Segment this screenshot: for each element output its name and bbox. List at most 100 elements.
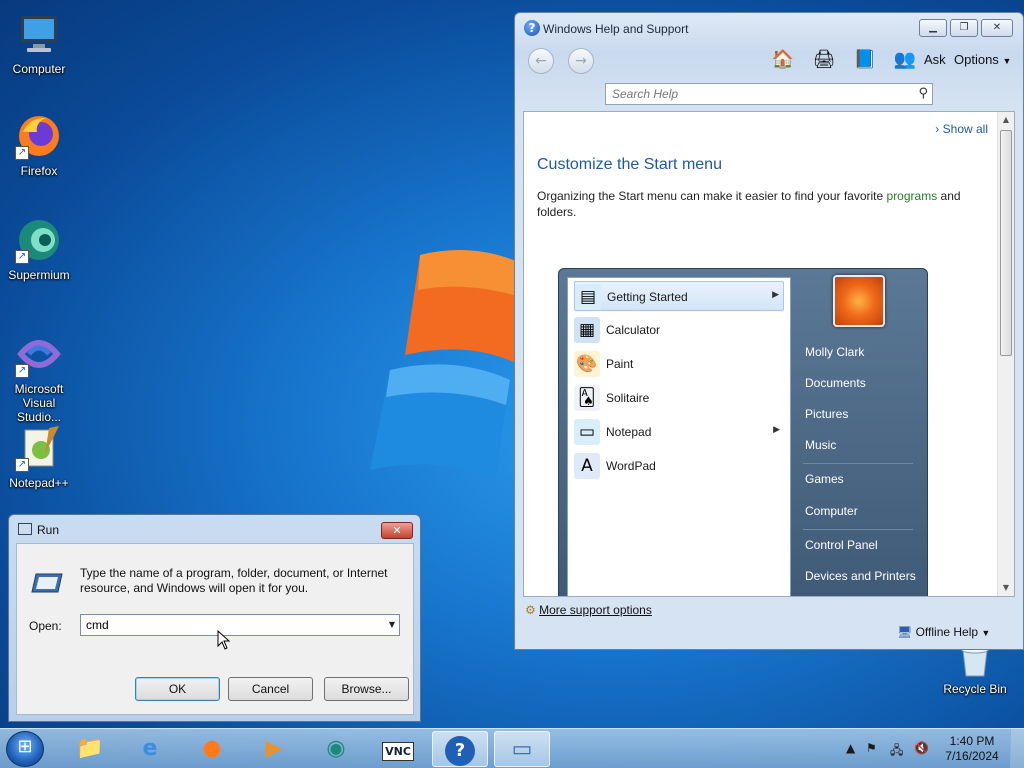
show-desktop-button[interactable] xyxy=(1010,729,1024,768)
volume-muted-icon[interactable]: 🔇 xyxy=(914,741,929,755)
help-icon: ? xyxy=(524,20,540,36)
help-icon[interactable]: ? xyxy=(432,731,488,767)
vnc-icon[interactable]: VNC xyxy=(370,731,426,767)
scroll-up-icon[interactable]: ▲ xyxy=(998,112,1014,128)
ask-people-icon[interactable]: 👥 xyxy=(892,47,918,73)
help-content-pane: › Show all Customize the Start menu Orga… xyxy=(523,111,1015,597)
ok-button[interactable]: OK xyxy=(135,677,220,701)
back-arrow-icon[interactable]: ← xyxy=(528,48,554,74)
open-label: Open: xyxy=(29,619,62,633)
browse-help-book-icon[interactable]: 📘 xyxy=(852,47,878,73)
start-menu-illustration: ▤ Getting Started ▶ ▦ Calculator 🎨 Paint… xyxy=(558,268,928,596)
desktop-icon-supermium[interactable]: ↗ Supermium xyxy=(1,216,77,282)
forward-arrow-icon[interactable]: → xyxy=(568,48,594,74)
support-options-icon: ⚙ xyxy=(525,603,536,617)
start-item-solitaire: 🂡 Solitaire xyxy=(574,383,784,413)
home-icon[interactable]: 🏠 xyxy=(770,47,796,73)
desktop-icon-recycle-bin[interactable]: Recycle Bin xyxy=(937,646,1013,696)
user-avatar-flower xyxy=(833,275,885,327)
paint-icon: 🎨 xyxy=(574,351,600,377)
content-scrollbar[interactable]: ▲ ▼ xyxy=(997,112,1014,596)
start-right-music: Music xyxy=(805,438,837,452)
article-paragraph: Organizing the Start menu can make it ea… xyxy=(537,189,961,219)
desktop-icon-firefox[interactable]: ↗ Firefox xyxy=(1,112,77,178)
shortcut-arrow-icon: ↗ xyxy=(15,250,29,264)
show-hidden-icons-icon[interactable]: ▲ xyxy=(846,741,855,755)
start-right-computer: Computer xyxy=(805,504,858,518)
search-help-input[interactable] xyxy=(606,84,906,104)
visual-studio-icon: ↗ xyxy=(15,330,63,378)
calculator-icon: ▦ xyxy=(574,317,600,343)
firefox-icon: ↗ xyxy=(15,112,63,160)
start-item-wordpad: A WordPad xyxy=(574,451,784,481)
start-right-pictures: Pictures xyxy=(805,407,849,421)
chevron-down-icon[interactable]: ▼ xyxy=(389,620,395,629)
shortcut-arrow-icon: ↗ xyxy=(15,458,29,472)
open-combobox[interactable]: ▼ xyxy=(80,614,400,636)
clock-date: 7/16/2024 xyxy=(945,749,999,763)
start-separator xyxy=(803,529,913,530)
run-icon[interactable]: ▭ xyxy=(494,731,550,767)
run-dialog-title: Run xyxy=(37,523,60,537)
system-clock[interactable]: 1:40 PM 7/16/2024 xyxy=(942,734,1002,764)
cancel-button[interactable]: Cancel xyxy=(228,677,313,701)
scrollbar-thumb[interactable] xyxy=(1000,130,1012,356)
browse-button[interactable]: Browse... xyxy=(324,677,409,701)
mouse-cursor-icon xyxy=(217,630,231,650)
recycle-bin-icon xyxy=(951,646,999,678)
supermium-icon[interactable]: ◉ xyxy=(308,731,364,767)
start-item-notepad: ▭ Notepad ▶ xyxy=(574,417,784,447)
programs-link[interactable]: programs xyxy=(887,189,938,203)
start-right-molly-clark: Molly Clark xyxy=(805,345,865,359)
submenu-arrow-icon: ▶ xyxy=(772,290,779,300)
internet-explorer-icon[interactable]: e xyxy=(122,731,178,767)
media-player-icon[interactable]: ▶ xyxy=(246,731,302,767)
ask-button[interactable]: Ask xyxy=(924,52,946,67)
more-support-options-link[interactable]: ⚙ More support options xyxy=(525,603,652,617)
close-button[interactable]: ✕ xyxy=(981,19,1013,37)
start-right-games: Games xyxy=(805,472,844,486)
getting-started-icon: ▤ xyxy=(575,284,601,310)
start-item-paint: 🎨 Paint xyxy=(574,349,784,379)
wordpad-icon: A xyxy=(574,453,600,479)
solitaire-icon: 🂡 xyxy=(574,385,600,411)
explorer-icon[interactable]: 📁 xyxy=(62,731,118,767)
network-icon[interactable]: 🖧 xyxy=(890,741,903,762)
options-button[interactable]: Options ▼ xyxy=(954,52,1011,67)
firefox-icon[interactable]: ● xyxy=(184,731,240,767)
run-program-icon xyxy=(30,570,64,596)
run-dialog-body: Type the name of a program, folder, docu… xyxy=(16,543,414,715)
scroll-down-icon[interactable]: ▼ xyxy=(998,580,1014,596)
search-help-box[interactable]: ⚲ xyxy=(605,83,933,105)
computer-icon xyxy=(15,10,63,58)
network-computer-icon: 🖥 xyxy=(897,625,913,639)
article-heading: Customize the Start menu xyxy=(537,156,722,173)
start-item-calculator: ▦ Calculator xyxy=(574,315,784,345)
action-center-flag-icon[interactable]: ⚑ xyxy=(866,741,877,755)
run-dialog[interactable]: Run ✕ Type the name of a program, folder… xyxy=(8,514,421,722)
help-support-window[interactable]: ? Windows Help and Support ▁ ❐ ✕ ← → 🏠 🖨… xyxy=(514,12,1024,650)
supermium-icon: ↗ xyxy=(15,216,63,264)
shortcut-arrow-icon: ↗ xyxy=(15,146,29,160)
chevron-down-icon: ▼ xyxy=(981,628,991,638)
notepadpp-icon: ↗ xyxy=(15,424,63,472)
restore-button[interactable]: ❐ xyxy=(950,19,978,37)
start-separator xyxy=(803,463,913,464)
run-title-icon xyxy=(18,523,32,535)
show-all-link[interactable]: › Show all xyxy=(935,122,988,136)
start-button[interactable] xyxy=(6,731,44,767)
start-item-getting-started: ▤ Getting Started ▶ xyxy=(574,281,784,311)
desktop-icon-computer[interactable]: Computer xyxy=(1,10,77,76)
desktop-icon-notepadpp[interactable]: ↗ Notepad++ xyxy=(1,424,77,490)
start-right-devices-printers: Devices and Printers xyxy=(805,569,916,583)
start-menu-left-pane: ▤ Getting Started ▶ ▦ Calculator 🎨 Paint… xyxy=(567,277,791,596)
submenu-arrow-icon: ▶ xyxy=(773,425,780,435)
shortcut-arrow-icon: ↗ xyxy=(15,364,29,378)
run-description: Type the name of a program, folder, docu… xyxy=(80,566,388,595)
print-icon[interactable]: 🖨 xyxy=(811,47,837,73)
desktop-icon-visual-studio[interactable]: ↗ Microsoft Visual Studio... xyxy=(1,330,77,424)
minimize-button[interactable]: ▁ xyxy=(919,19,947,37)
run-close-button[interactable]: ✕ xyxy=(381,522,413,539)
offline-help-button[interactable]: 🖥 Offline Help ▼ xyxy=(897,625,990,639)
search-icon[interactable]: ⚲ xyxy=(918,86,928,101)
